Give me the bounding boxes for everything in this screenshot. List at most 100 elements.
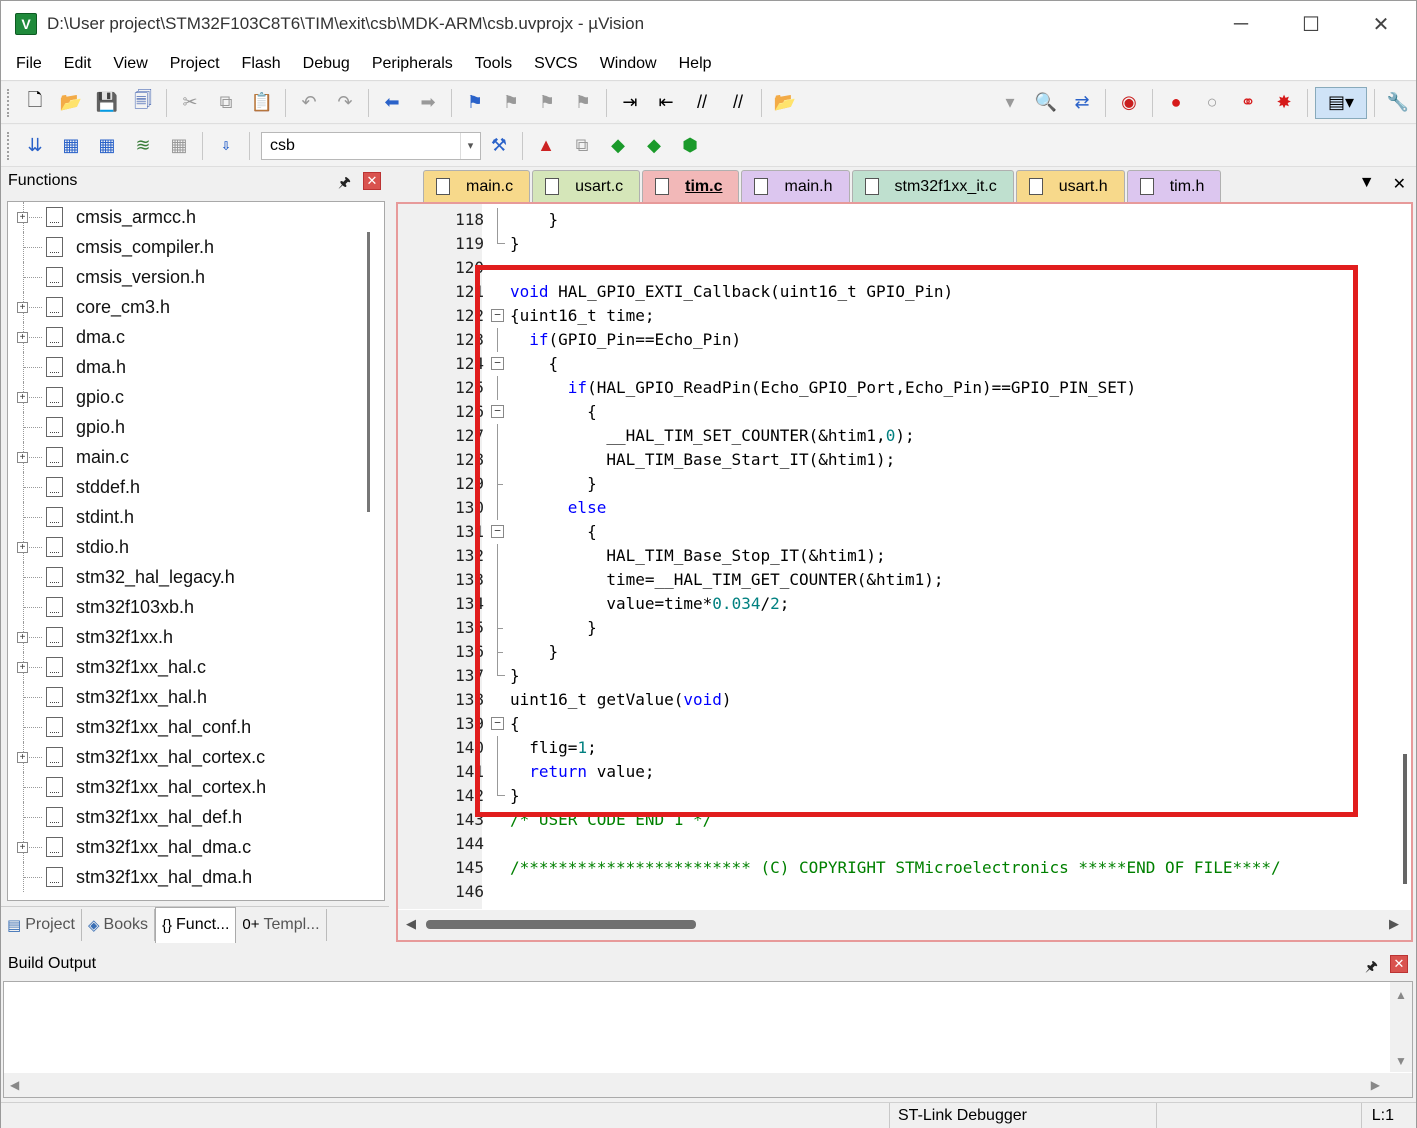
tab-project[interactable]: ▤ Project <box>1 908 82 941</box>
maximize-button[interactable]: ☐ <box>1276 1 1346 47</box>
copy-icon[interactable]: ⧉ <box>210 87 242 119</box>
options-for-target-icon[interactable]: ⚒ <box>483 130 515 162</box>
event-recorder-icon[interactable]: ⬢ <box>674 130 706 162</box>
expand-icon[interactable]: + <box>17 751 28 763</box>
code-line[interactable]: 137} <box>398 664 1398 688</box>
menu-file[interactable]: File <box>5 47 53 81</box>
collapse-icon[interactable]: − <box>491 525 504 538</box>
tree-item[interactable]: + stm32f1xx_hal_dma.c <box>8 832 384 862</box>
code-line[interactable]: 136 } <box>398 640 1398 664</box>
code-line[interactable]: 118 } <box>398 208 1398 232</box>
scroll-right-icon[interactable]: ▶ <box>1389 916 1399 932</box>
new-file-icon[interactable]: 🗋 <box>19 87 51 119</box>
tree-item[interactable]: stm32_hal_legacy.h <box>8 562 384 592</box>
manage-rte-icon[interactable]: ◆ <box>602 130 634 162</box>
batch-build-icon[interactable]: ≋ <box>127 130 159 162</box>
tree-item[interactable]: + dma.c <box>8 322 384 352</box>
code-line[interactable]: 125 if(HAL_GPIO_ReadPin(Echo_GPIO_Port,E… <box>398 376 1398 400</box>
tree-item[interactable]: stdint.h <box>8 502 384 532</box>
select-packs-icon[interactable]: ⧉ <box>566 130 598 162</box>
rebuild-icon[interactable]: ▦ <box>91 130 123 162</box>
minimize-button[interactable]: ─ <box>1206 1 1276 47</box>
code-line[interactable]: 134 value=time*0.034/2; <box>398 592 1398 616</box>
insert-breakpoint-icon[interactable]: ● <box>1160 87 1192 119</box>
bookmark-icon[interactable]: ⚑ <box>459 87 491 119</box>
cut-icon[interactable]: ✂ <box>174 87 206 119</box>
tab-usart-h[interactable]: usart.h <box>1015 170 1125 202</box>
save-icon[interactable]: 💾 <box>91 87 123 119</box>
comment-icon[interactable]: // <box>686 87 718 119</box>
tree-item[interactable]: + stm32f1xx.h <box>8 622 384 652</box>
tree-item[interactable]: gpio.h <box>8 412 384 442</box>
menu-peripherals[interactable]: Peripherals <box>361 47 464 81</box>
tree-item[interactable]: + core_cm3.h <box>8 292 384 322</box>
tab-books[interactable]: ◈ Books <box>82 908 155 941</box>
code-line[interactable]: 140 flig=1; <box>398 736 1398 760</box>
expand-icon[interactable]: + <box>17 661 28 673</box>
code-line[interactable]: 143 /* USER CODE END 1 */ <box>398 808 1398 832</box>
find-in-files-icon[interactable]: 📂 <box>769 87 801 119</box>
close-window-button[interactable]: ✕ <box>1346 1 1416 47</box>
unindent-icon[interactable]: ⇤ <box>650 87 682 119</box>
expand-icon[interactable]: + <box>17 451 28 463</box>
pin-icon[interactable]: 🖈 <box>338 172 351 196</box>
window-layout-icon[interactable]: ▤▾ <box>1315 86 1367 119</box>
tree-item[interactable]: stm32f1xx_hal.h <box>8 682 384 712</box>
collapse-icon[interactable]: − <box>491 309 504 322</box>
expand-icon[interactable]: + <box>17 301 28 313</box>
download-load-icon[interactable]: ⇩ <box>210 130 242 162</box>
navigate-back-icon[interactable]: ⬅ <box>376 87 408 119</box>
prev-bookmark-icon[interactable]: ⚑ <box>495 87 527 119</box>
scroll-left-icon[interactable]: ◀ <box>406 916 416 932</box>
tab-tim-c[interactable]: tim.c <box>642 170 740 202</box>
code-line[interactable]: 126− { <box>398 400 1398 424</box>
tab-functions[interactable]: {} Funct... <box>155 906 237 943</box>
scroll-left-icon[interactable]: ◀ <box>10 1078 19 1092</box>
tree-item[interactable]: stm32f103xb.h <box>8 592 384 622</box>
save-all-icon[interactable]: 🗐 <box>127 87 159 119</box>
redo-icon[interactable]: ↷ <box>329 87 361 119</box>
code-line[interactable]: 119} <box>398 232 1398 256</box>
vertical-scrollbar[interactable] <box>1403 754 1407 884</box>
tab-usart-c[interactable]: usart.c <box>532 170 641 202</box>
tree-item[interactable]: dma.h <box>8 352 384 382</box>
tab-stm32f1xx_it-c[interactable]: stm32f1xx_it.c <box>851 170 1014 202</box>
build-output-text[interactable]: ▲ ▼ ◀ ▶ <box>3 981 1413 1098</box>
expand-icon[interactable]: + <box>17 541 28 553</box>
expand-icon[interactable]: + <box>17 331 28 343</box>
expand-icon[interactable]: + <box>17 841 28 853</box>
tab-main-h[interactable]: main.h <box>741 170 850 202</box>
code-line[interactable]: 133 time=__HAL_TIM_GET_COUNTER(&htim1); <box>398 568 1398 592</box>
pack-installer-icon[interactable]: ◆ <box>638 130 670 162</box>
code-line[interactable]: 124− { <box>398 352 1398 376</box>
tree-item[interactable]: stddef.h <box>8 472 384 502</box>
navigate-forward-icon[interactable]: ➡ <box>412 87 444 119</box>
menu-window[interactable]: Window <box>589 47 668 81</box>
menu-debug[interactable]: Debug <box>292 47 361 81</box>
menu-view[interactable]: View <box>102 47 158 81</box>
tab-tim-h[interactable]: tim.h <box>1126 170 1222 202</box>
vertical-scrollbar[interactable] <box>367 232 370 512</box>
tree-item[interactable]: + stm32f1xx_hal.c <box>8 652 384 682</box>
tree-item[interactable]: cmsis_version.h <box>8 262 384 292</box>
tree-item[interactable]: + main.c <box>8 442 384 472</box>
menu-tools[interactable]: Tools <box>464 47 523 81</box>
next-bookmark-icon[interactable]: ⚑ <box>531 87 563 119</box>
code-line[interactable]: 138 uint16_t getValue(void) <box>398 688 1398 712</box>
horizontal-scrollbar[interactable]: ◀ ▶ <box>398 910 1411 940</box>
code-line[interactable]: 139−{ <box>398 712 1398 736</box>
collapse-icon[interactable]: − <box>491 405 504 418</box>
tree-item[interactable]: stm32f1xx_hal_conf.h <box>8 712 384 742</box>
menu-svcs[interactable]: SVCS <box>523 47 589 81</box>
tree-item[interactable]: + stm32f1xx_hal_cortex.c <box>8 742 384 772</box>
code-line[interactable]: 122− {uint16_t time; <box>398 304 1398 328</box>
open-file-icon[interactable]: 📂 <box>55 87 87 119</box>
tree-item[interactable]: + stdio.h <box>8 532 384 562</box>
code-editor[interactable]: 118 } 119} 120 121 void HAL_GPIO_EXTI_Callba… <box>396 202 1413 942</box>
debug-session-icon[interactable]: ◉ <box>1113 87 1145 119</box>
horizontal-scrollbar[interactable]: ◀ ▶ <box>4 1073 1412 1097</box>
toolbar-grip[interactable] <box>7 88 11 117</box>
toolbar-grip[interactable] <box>7 131 11 160</box>
pin-icon[interactable]: 🖈 <box>1365 956 1378 980</box>
find-dropdown-icon[interactable]: ▾ <box>994 87 1026 119</box>
